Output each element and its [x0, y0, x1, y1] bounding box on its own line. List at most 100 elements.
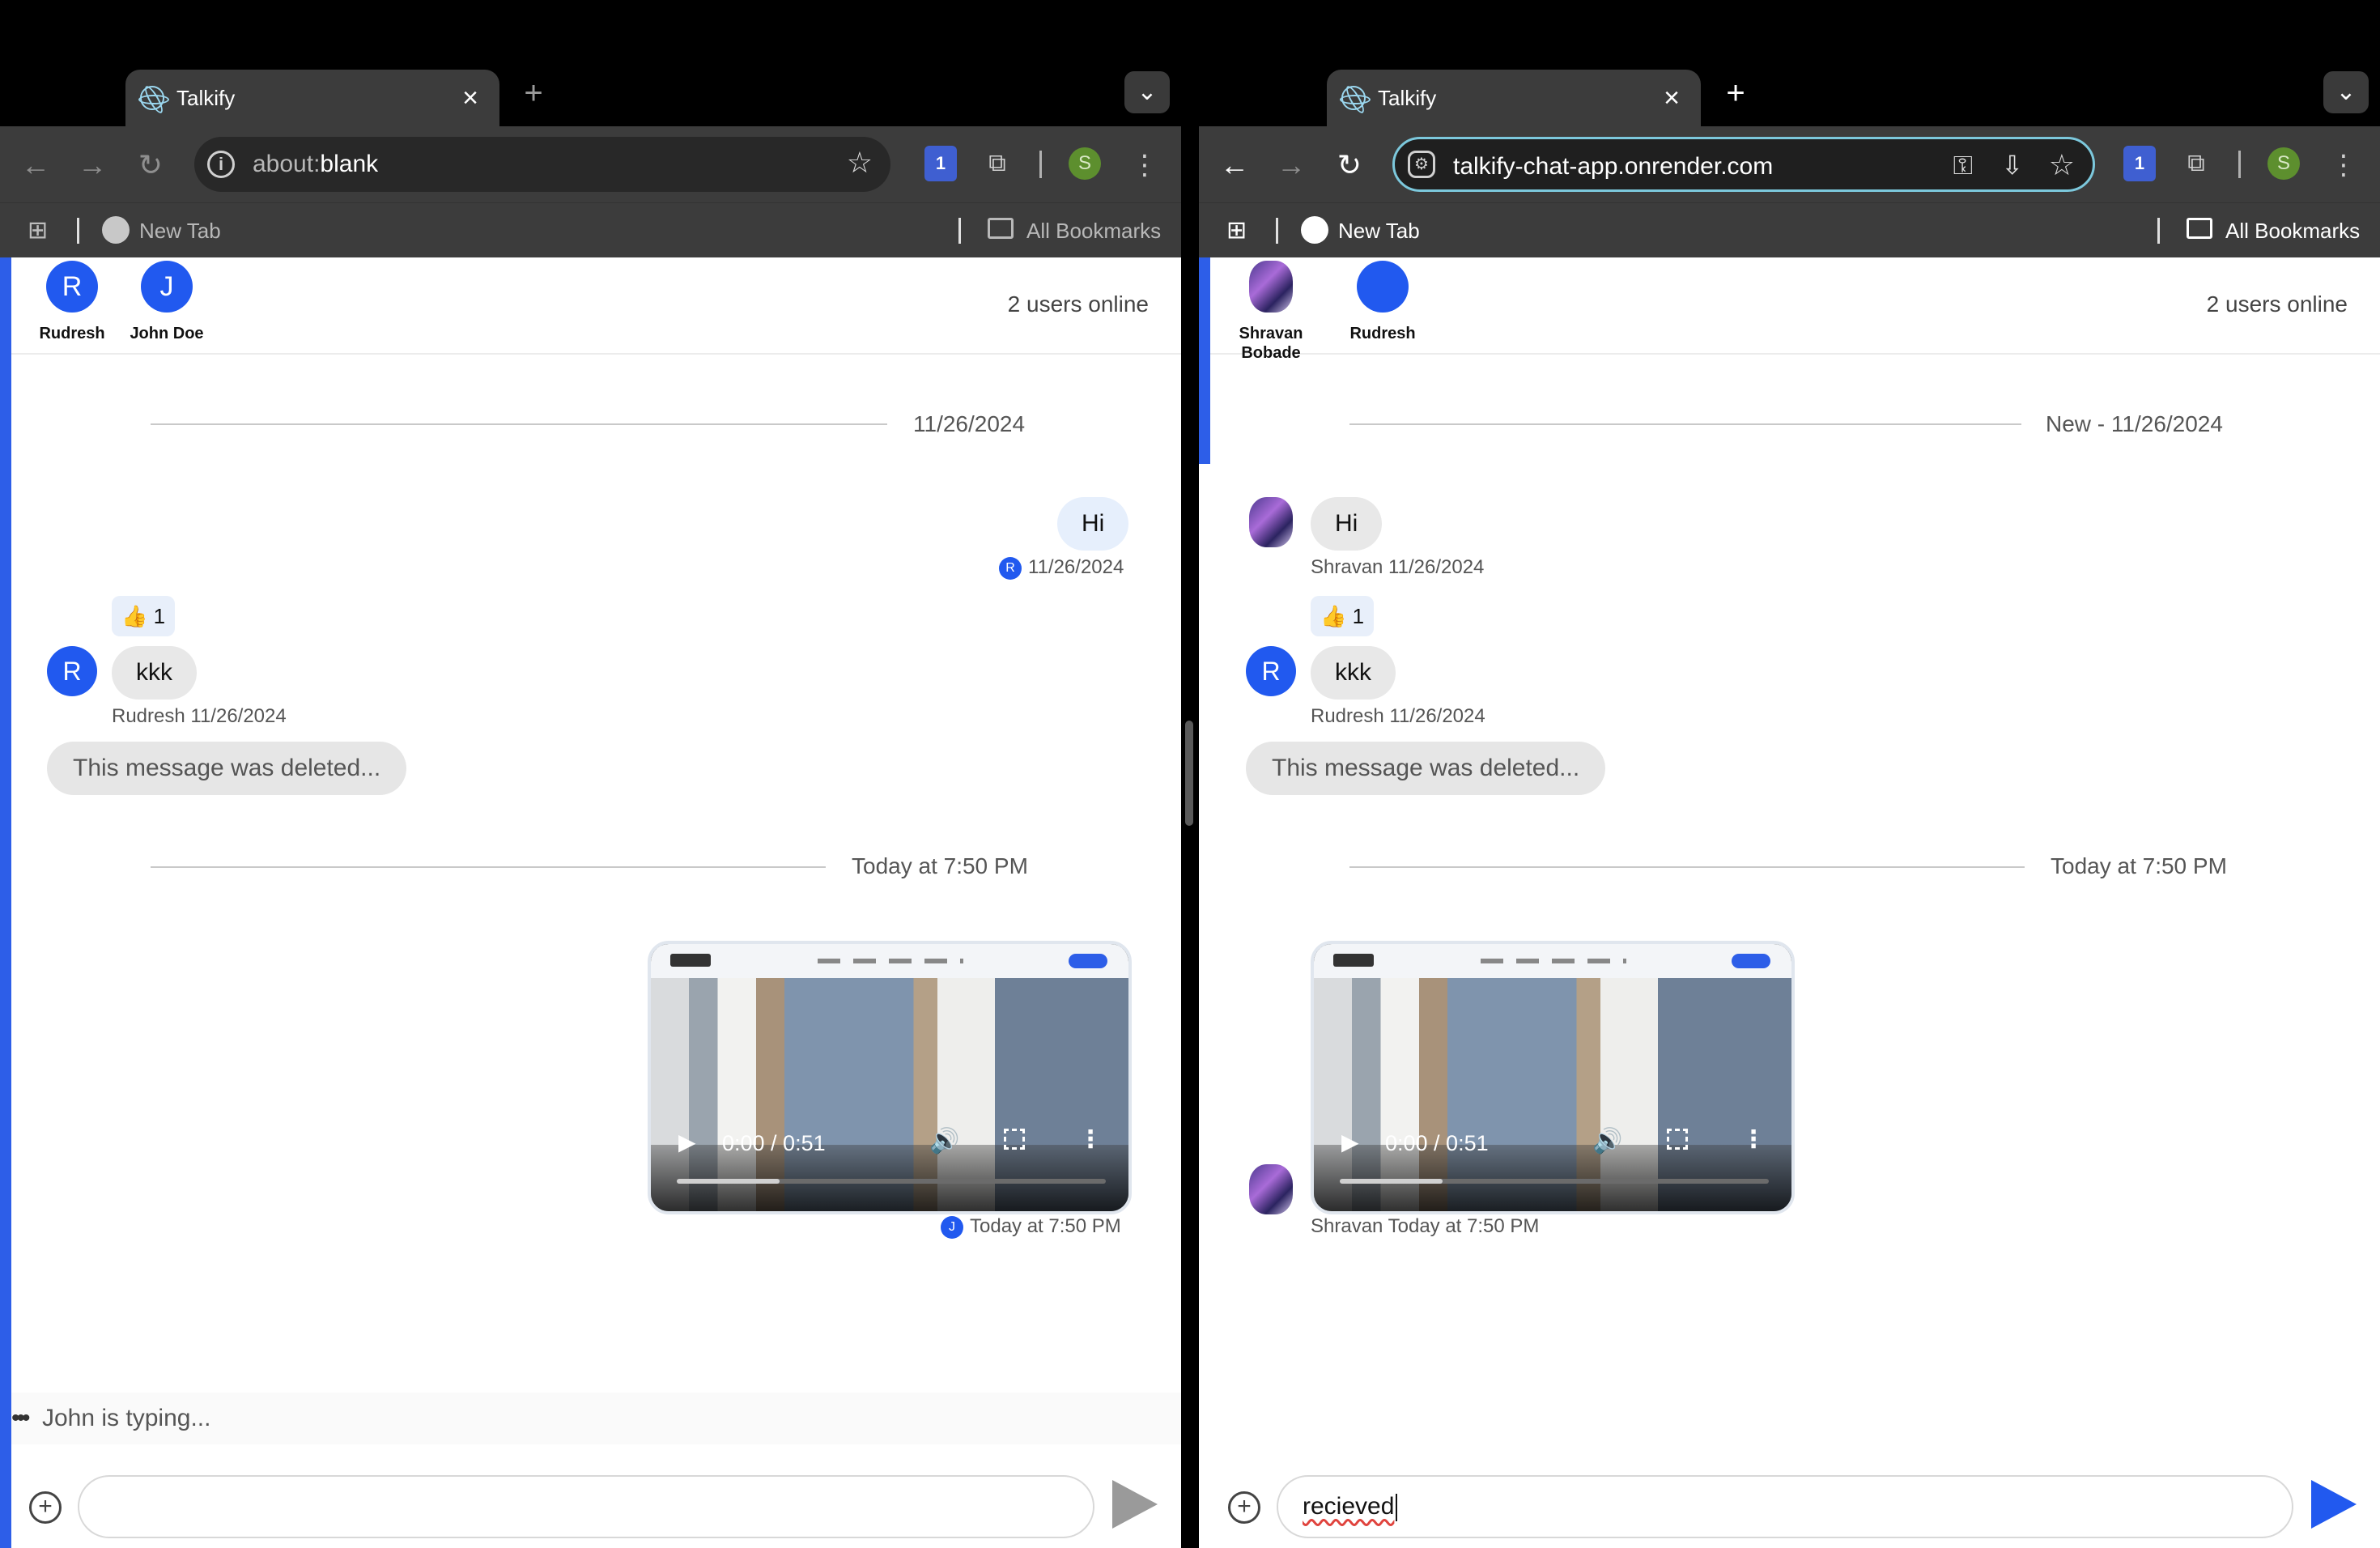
new-tab-button[interactable]: +	[515, 74, 552, 112]
video-progress-bar[interactable]	[677, 1179, 1106, 1184]
video-progress-bar[interactable]	[1340, 1179, 1769, 1184]
send-button[interactable]	[1112, 1480, 1158, 1529]
split-resize-handle[interactable]	[1185, 721, 1193, 826]
online-user-name: Rudresh	[1349, 325, 1416, 342]
play-icon[interactable]: ▶	[678, 1129, 696, 1155]
message-input[interactable]: recieved	[1277, 1475, 2293, 1538]
online-user[interactable]: J John Doe	[106, 261, 227, 343]
avatar: R	[1246, 646, 1296, 696]
bookmarks-divider	[77, 218, 79, 244]
video-time: 0:00 / 0:51	[1385, 1131, 1489, 1155]
video-thumbnail-header	[651, 944, 1128, 978]
browser-toolbar: ← → ↻ i about:blank ☆ 1 ⧉ S ⋮	[0, 126, 1181, 202]
deleted-message: This message was deleted...	[47, 742, 407, 795]
video-thumbnail-header	[1314, 944, 1791, 978]
fullscreen-icon[interactable]	[1004, 1129, 1025, 1150]
browser-menu-icon[interactable]: ⋮	[2327, 142, 2360, 188]
reload-button[interactable]: ↻	[1327, 142, 1372, 188]
reaction-badge[interactable]: 👍 1	[112, 596, 176, 636]
extensions-puzzle-icon[interactable]: ⧉	[2180, 146, 2212, 181]
bookmark-new-tab[interactable]: New Tab	[1338, 216, 1420, 245]
tab-close-icon[interactable]: ×	[456, 83, 485, 113]
install-app-icon[interactable]: ⇩	[2001, 149, 2023, 181]
bookmarks-bar: ⊞ New Tab All Bookmarks	[0, 202, 1181, 257]
date-separator-line	[151, 423, 887, 425]
bookmark-new-tab[interactable]: New Tab	[139, 216, 221, 245]
apps-grid-icon[interactable]: ⊞	[28, 218, 53, 244]
chat-app: R Rudresh J John Doe 2 users online 11/2…	[0, 257, 1181, 1548]
tab-talkify[interactable]: Talkify ×	[1327, 70, 1701, 126]
date-separator: New - 11/26/2024	[2046, 411, 2223, 436]
browser-menu-icon[interactable]: ⋮	[1128, 142, 1161, 188]
site-settings-icon[interactable]: ⚙	[1408, 151, 1435, 178]
new-tab-button[interactable]: +	[1717, 74, 1754, 112]
forward-button[interactable]: →	[1269, 142, 1314, 188]
avatar	[1357, 261, 1409, 313]
shield-extension-icon[interactable]: 1	[924, 146, 957, 181]
message-meta: Shravan 11/26/2024	[1311, 556, 1485, 578]
date-separator-line	[1349, 866, 2025, 868]
browser-window-left: Talkify × + ⌄ ← → ↻ i about:blank ☆ 1 ⧉ …	[0, 0, 1181, 1548]
bookmarks-divider	[958, 218, 961, 244]
address-bar[interactable]: i about:blank ☆	[194, 137, 890, 192]
more-options-icon[interactable]: ⋮	[1078, 1125, 1103, 1154]
back-button[interactable]: ←	[1212, 142, 1257, 188]
password-key-icon[interactable]: ⚿	[1953, 149, 1973, 181]
avatar: J	[141, 261, 193, 313]
send-button[interactable]	[2311, 1480, 2357, 1529]
message-bubble[interactable]: Hi	[1057, 497, 1129, 551]
video-buffer	[677, 1179, 780, 1184]
online-user-name: Shravan Bobade	[1239, 325, 1303, 362]
avatar	[1249, 1164, 1293, 1214]
folder-icon	[2187, 218, 2212, 239]
tab-talkify[interactable]: Talkify ×	[125, 70, 499, 126]
reload-button[interactable]: ↻	[128, 142, 173, 188]
message-bubble[interactable]: Hi	[1311, 497, 1383, 551]
info-icon[interactable]: i	[207, 151, 235, 178]
date-separator: 11/26/2024	[913, 411, 1026, 436]
online-user[interactable]: Rudresh	[1332, 261, 1434, 343]
bookmark-star-icon[interactable]: ☆	[2049, 149, 2075, 181]
more-options-icon[interactable]: ⋮	[1741, 1125, 1766, 1154]
tab-close-icon[interactable]: ×	[1657, 83, 1686, 113]
message-input[interactable]	[78, 1475, 1094, 1538]
all-bookmarks-button[interactable]: All Bookmarks	[2225, 216, 2360, 245]
folder-icon	[988, 218, 1014, 239]
globe-icon	[1301, 216, 1328, 244]
avatar	[1249, 497, 1293, 547]
avatar: R	[47, 646, 97, 696]
apps-grid-icon[interactable]: ⊞	[1226, 218, 1252, 244]
profile-avatar[interactable]: S	[1069, 147, 1101, 180]
video-player[interactable]: ▶ 0:00 / 0:51 🔊 ⋮	[648, 941, 1132, 1214]
back-button[interactable]: ←	[13, 142, 58, 188]
message-bubble[interactable]: kkk	[1311, 646, 1396, 700]
bookmark-star-icon[interactable]: ☆	[847, 147, 873, 179]
shield-extension-icon[interactable]: 1	[2123, 146, 2156, 181]
message-meta: J Today at 7:50 PM	[941, 1214, 1121, 1239]
online-users-header: R Rudresh J John Doe 2 users online	[11, 257, 1181, 355]
play-icon[interactable]: ▶	[1341, 1129, 1359, 1155]
tab-title: Talkify	[176, 86, 236, 110]
volume-icon[interactable]: 🔊	[1592, 1127, 1622, 1155]
bookmarks-divider	[2157, 218, 2160, 244]
tab-search-button[interactable]: ⌄	[2323, 71, 2369, 113]
all-bookmarks-button[interactable]: All Bookmarks	[1026, 216, 1161, 245]
volume-icon[interactable]: 🔊	[929, 1127, 959, 1155]
extensions-puzzle-icon[interactable]: ⧉	[981, 146, 1014, 181]
address-bar[interactable]: ⚙ talkify-chat-app.onrender.com ⚿ ⇩ ☆	[1392, 137, 2095, 192]
reaction-badge[interactable]: 👍 1	[1311, 596, 1375, 636]
date-separator-line	[1349, 423, 2021, 425]
profile-avatar[interactable]: S	[2267, 147, 2300, 180]
video-player[interactable]: ▶ 0:00 / 0:51 🔊 ⋮	[1311, 941, 1795, 1214]
online-user[interactable]: Shravan Bobade	[1210, 261, 1332, 363]
tab-search-button[interactable]: ⌄	[1124, 71, 1170, 113]
add-attachment-button[interactable]: +	[29, 1491, 62, 1524]
forward-button[interactable]: →	[70, 142, 115, 188]
typing-indicator: ••• John is typing...	[11, 1393, 1181, 1444]
message-bubble[interactable]: kkk	[112, 646, 197, 700]
online-users-header: Shravan Bobade Rudresh 2 users online	[1210, 257, 2380, 362]
avatar: R	[999, 556, 1022, 580]
fullscreen-icon[interactable]	[1667, 1129, 1688, 1150]
add-attachment-button[interactable]: +	[1228, 1491, 1260, 1524]
video-buffer	[1340, 1179, 1443, 1184]
